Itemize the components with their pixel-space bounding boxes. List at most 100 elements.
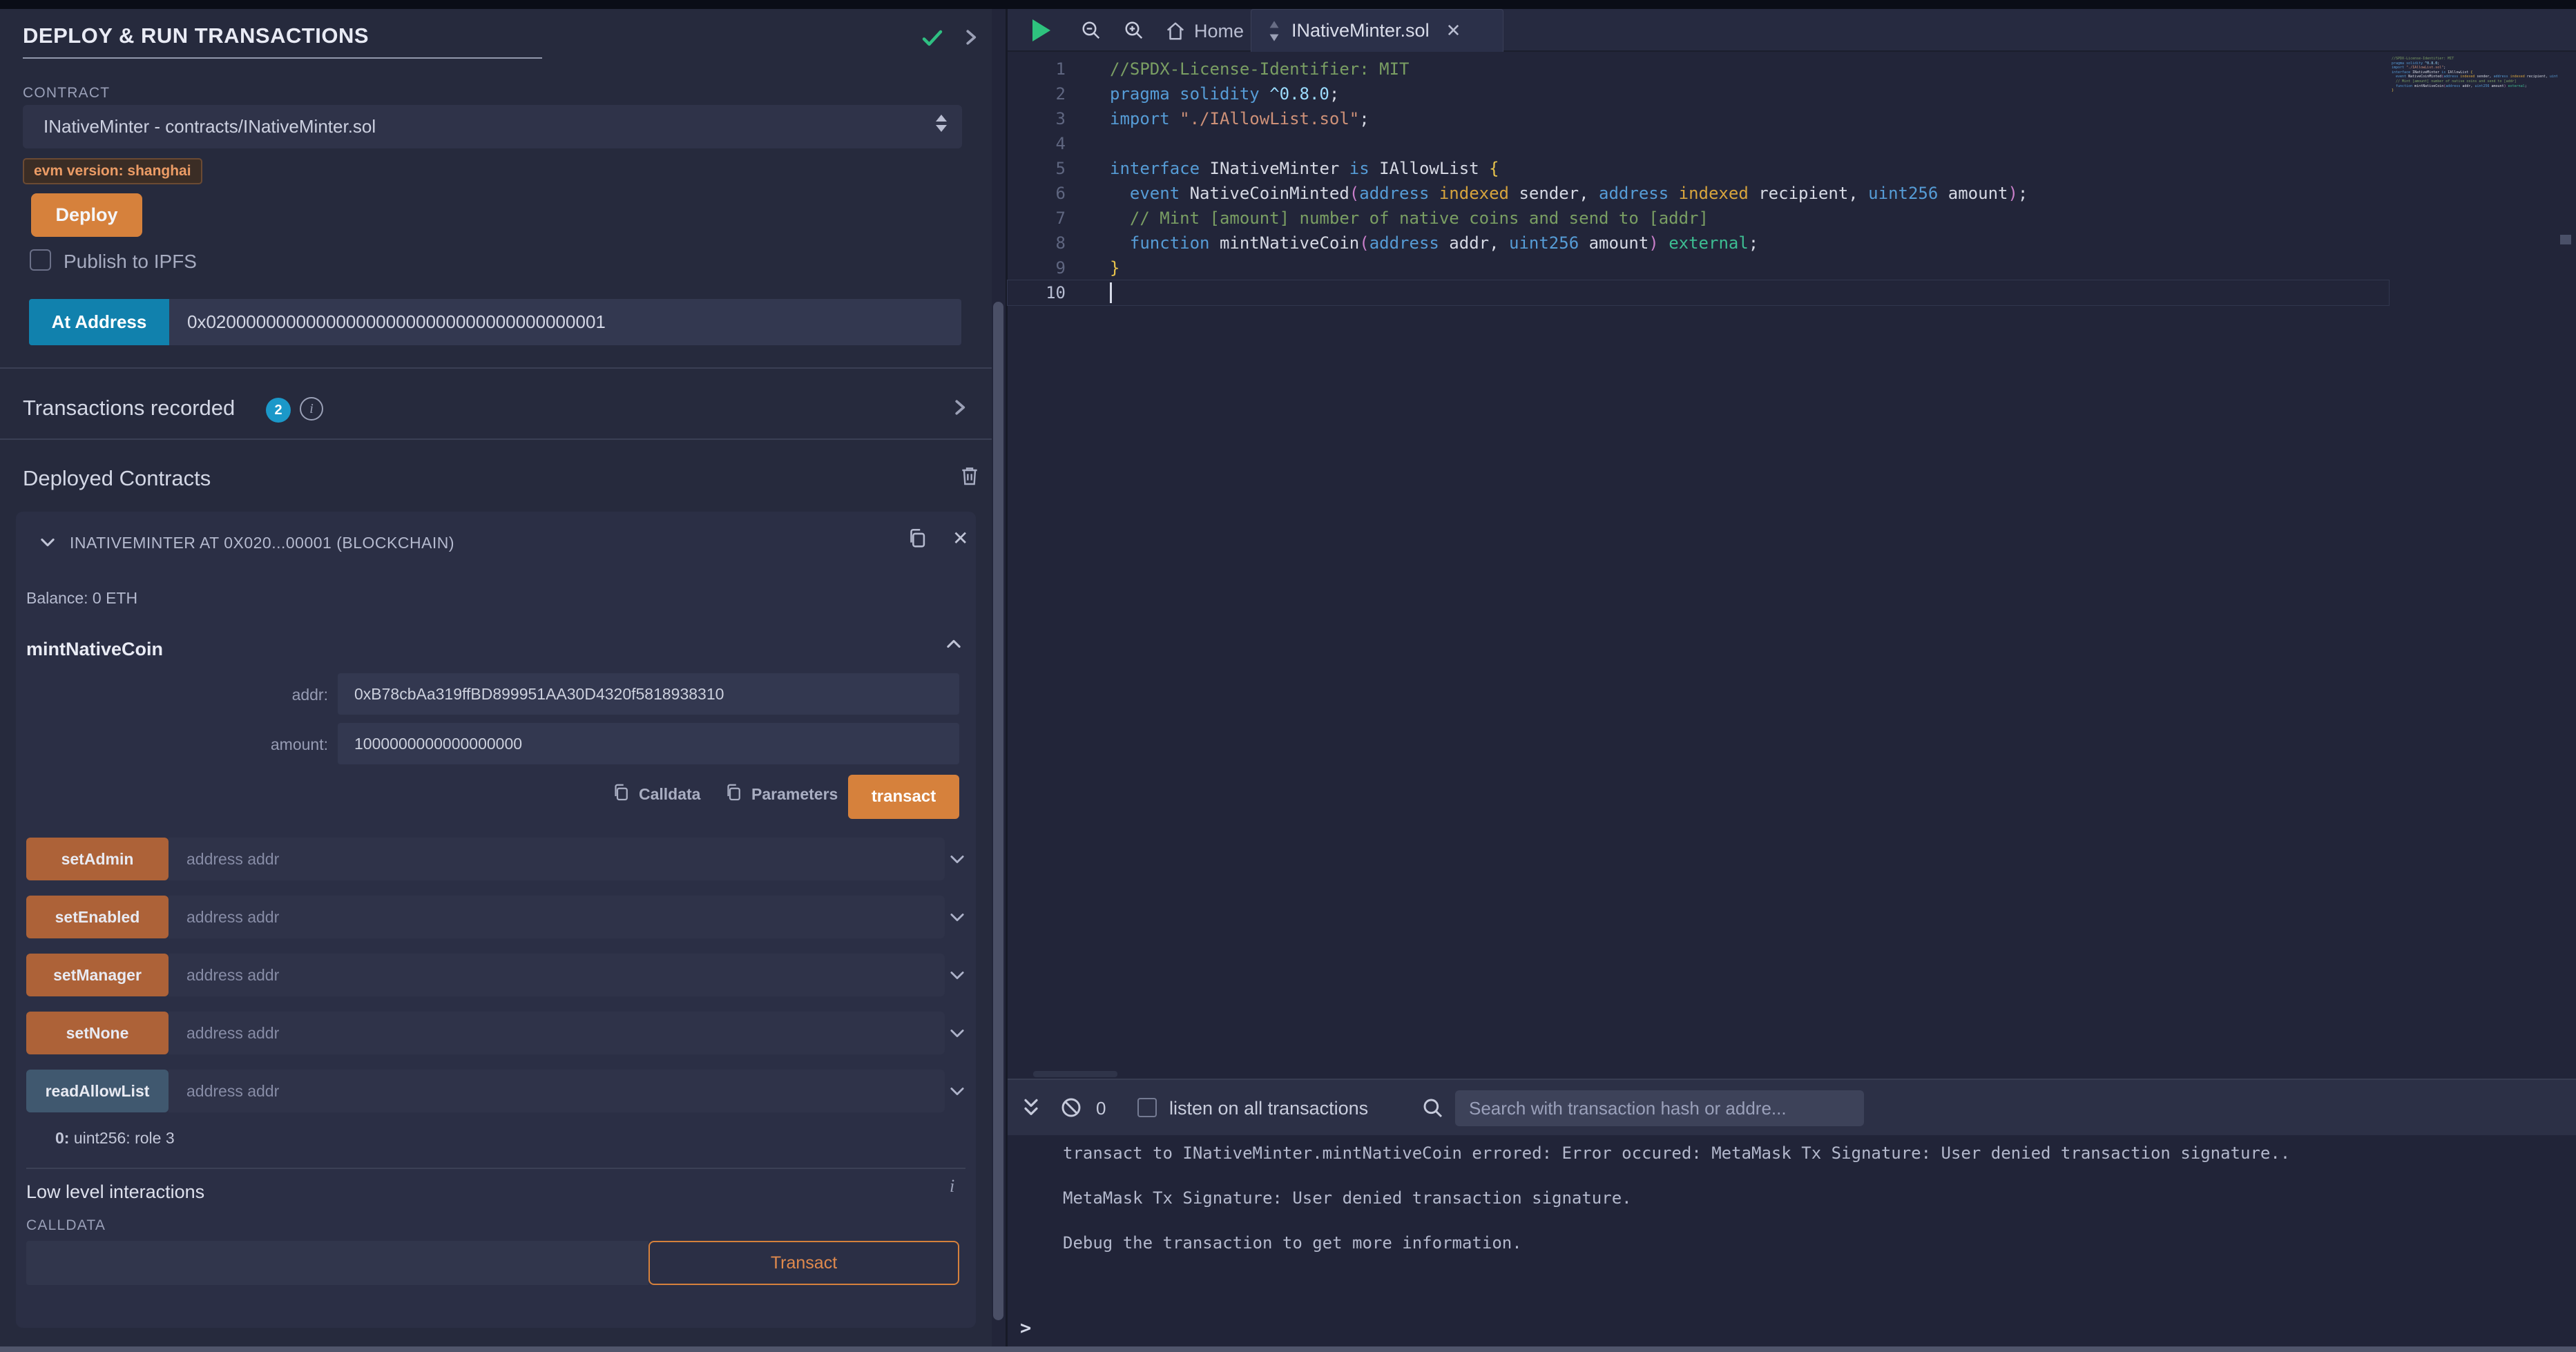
setNone-arg-input[interactable] [169, 1012, 945, 1054]
tab-inativeminter[interactable]: INativeMinter.sol ✕ [1251, 9, 1503, 52]
editor-overview-ruler-mark [2560, 235, 2571, 244]
terminal-toolbar: 0 listen on all transactions [1008, 1079, 2576, 1135]
panel-collapse-chevron-icon[interactable] [960, 27, 981, 48]
addr-arg-label: addr: [16, 686, 328, 704]
terminal-search-input[interactable] [1455, 1090, 1864, 1126]
open-function-name[interactable]: mintNativeCoin [26, 639, 163, 660]
search-icon [1422, 1097, 1444, 1119]
line-content [1066, 282, 1112, 303]
code-line-2[interactable]: 2pragma solidity ^0.8.0; [1008, 81, 2389, 106]
setEnabled-expand-chevron-icon[interactable] [948, 907, 967, 927]
editor-tabbar: Home INativeMinter.sol ✕ [1008, 9, 2576, 52]
instance-expand-chevron-icon[interactable] [38, 532, 57, 552]
minimap-line: //SPDX-License-Identifier: MIT [2392, 57, 2557, 61]
deploy-button[interactable]: Deploy [31, 193, 142, 237]
setNone-expand-chevron-icon[interactable] [948, 1023, 967, 1043]
amount-arg-label: amount: [16, 735, 328, 754]
select-arrows-icon [936, 115, 947, 132]
terminal-log-line[interactable]: Debug the transaction to get more inform… [1063, 1233, 1522, 1253]
function-collapse-chevron-icon[interactable] [944, 635, 963, 654]
panel-title: DEPLOY & RUN TRANSACTIONS [23, 23, 369, 48]
line-content: } [1066, 258, 1119, 278]
low-level-transact-button[interactable]: Transact [648, 1241, 959, 1285]
parameters-action-label[interactable]: Parameters [751, 785, 838, 804]
code-line-8[interactable]: 8 function mintNativeCoin(address addr, … [1008, 231, 2389, 255]
minimap-line: interface INativeMinter is IAllowList { [2392, 70, 2557, 75]
code-line-1[interactable]: 1//SPDX-License-Identifier: MIT [1008, 57, 2389, 81]
copy-address-icon[interactable] [905, 527, 929, 550]
code-lines: 1//SPDX-License-Identifier: MIT2pragma s… [1008, 57, 2389, 305]
setAdmin-expand-chevron-icon[interactable] [948, 849, 967, 869]
terminal-prompt[interactable]: > [1020, 1317, 1031, 1339]
at-address-input[interactable] [169, 299, 961, 345]
line-number: 6 [1008, 184, 1066, 203]
deployed-contract-card: INATIVEMINTER AT 0X020...00001 (BLOCKCHA… [16, 512, 976, 1328]
minimap-line: import "./IAllowList.sol"; [2392, 66, 2557, 70]
instance-close-icon[interactable]: ✕ [952, 527, 968, 550]
readAllowList-arg-input[interactable] [169, 1070, 945, 1112]
deploy-run-panel: DEPLOY & RUN TRANSACTIONS CONTRACT INati… [0, 9, 992, 1352]
editor-horizontal-scrollbar[interactable] [1033, 1071, 1117, 1077]
trash-icon[interactable] [959, 465, 981, 487]
terminal-log-line[interactable]: MetaMask Tx Signature: User denied trans… [1063, 1188, 1632, 1208]
line-number: 10 [1008, 283, 1066, 302]
listen-all-checkbox[interactable] [1137, 1098, 1157, 1117]
play-icon[interactable] [1032, 19, 1050, 41]
code-line-4[interactable]: 4 [1008, 131, 2389, 156]
code-line-9[interactable]: 9} [1008, 255, 2389, 280]
info-icon[interactable]: i [300, 397, 323, 421]
readAllowList-expand-chevron-icon[interactable] [948, 1081, 967, 1101]
instance-title[interactable]: INATIVEMINTER AT 0X020...00001 (BLOCKCHA… [70, 534, 454, 552]
line-number: 4 [1008, 134, 1066, 153]
evm-version-badge: evm version: shanghai [23, 158, 202, 184]
addr-arg-input[interactable] [338, 673, 959, 715]
copy-calldata-icon[interactable] [611, 782, 631, 803]
setManager-arg-input[interactable] [169, 954, 945, 996]
at-address-button[interactable]: At Address [29, 299, 169, 345]
terminal-log-line[interactable]: transact to INativeMinter.mintNativeCoin… [1063, 1143, 2290, 1163]
code-line-5[interactable]: 5interface INativeMinter is IAllowList { [1008, 156, 2389, 181]
setEnabled-arg-input[interactable] [169, 896, 945, 938]
terminal: 0 listen on all transactions transact to… [1008, 1079, 2576, 1352]
output-index: 0: [55, 1129, 69, 1147]
output-value: uint256: role 3 [69, 1129, 174, 1147]
minimap-line: // Mint [amount] number of native coins … [2392, 79, 2557, 84]
setManager-expand-chevron-icon[interactable] [948, 965, 967, 985]
clear-console-icon[interactable] [1060, 1097, 1082, 1119]
calldata-action-label[interactable]: Calldata [639, 785, 700, 804]
readAllowList-button[interactable]: readAllowList [26, 1070, 169, 1112]
editor-minimap[interactable]: //SPDX-License-Identifier: MITpragma sol… [2392, 57, 2557, 347]
tab-close-icon[interactable]: ✕ [1446, 20, 1461, 41]
line-content: event NativeCoinMinted(address indexed s… [1066, 184, 2028, 203]
amount-arg-input[interactable] [338, 723, 959, 764]
zoom-out-icon[interactable] [1081, 20, 1102, 41]
panel-scrollbar[interactable] [993, 302, 1003, 1320]
line-content: interface INativeMinter is IAllowList { [1066, 159, 1499, 178]
low-level-info-icon[interactable]: i [950, 1176, 954, 1197]
read-allowlist-output: 0: uint256: role 3 [55, 1129, 175, 1148]
tab-home[interactable]: Home [1165, 16, 1244, 46]
publish-ipfs-checkbox[interactable] [30, 249, 51, 271]
contract-select[interactable]: INativeMinter - contracts/INativeMinter.… [23, 105, 962, 148]
calldata-input[interactable] [26, 1241, 648, 1285]
code-line-7[interactable]: 7 // Mint [amount] number of native coin… [1008, 206, 2389, 231]
transactions-expand-chevron-icon[interactable] [949, 397, 970, 418]
deployed-contracts-title: Deployed Contracts [23, 466, 211, 491]
terminal-logs[interactable]: transact to INativeMinter.mintNativeCoin… [1008, 1135, 2576, 1346]
terminal-collapse-icon[interactable] [1020, 1097, 1042, 1119]
code-line-10[interactable]: 10 [1008, 280, 2389, 305]
copy-parameters-icon[interactable] [723, 782, 744, 803]
zoom-in-icon[interactable] [1124, 20, 1144, 41]
setEnabled-button[interactable]: setEnabled [26, 896, 169, 938]
transact-button[interactable]: transact [848, 775, 959, 819]
code-line-3[interactable]: 3import "./IAllowList.sol"; [1008, 106, 2389, 131]
code-line-6[interactable]: 6 event NativeCoinMinted(address indexed… [1008, 181, 2389, 206]
title-underline [23, 57, 542, 59]
transactions-recorded-label: Transactions recorded [23, 396, 235, 421]
setNone-button[interactable]: setNone [26, 1012, 169, 1054]
setAdmin-button[interactable]: setAdmin [26, 838, 169, 880]
setManager-button[interactable]: setManager [26, 954, 169, 996]
editor-region: Home INativeMinter.sol ✕ 1//SPDX-License… [1008, 9, 2576, 1352]
setAdmin-arg-input[interactable] [169, 838, 945, 880]
line-number: 7 [1008, 209, 1066, 228]
